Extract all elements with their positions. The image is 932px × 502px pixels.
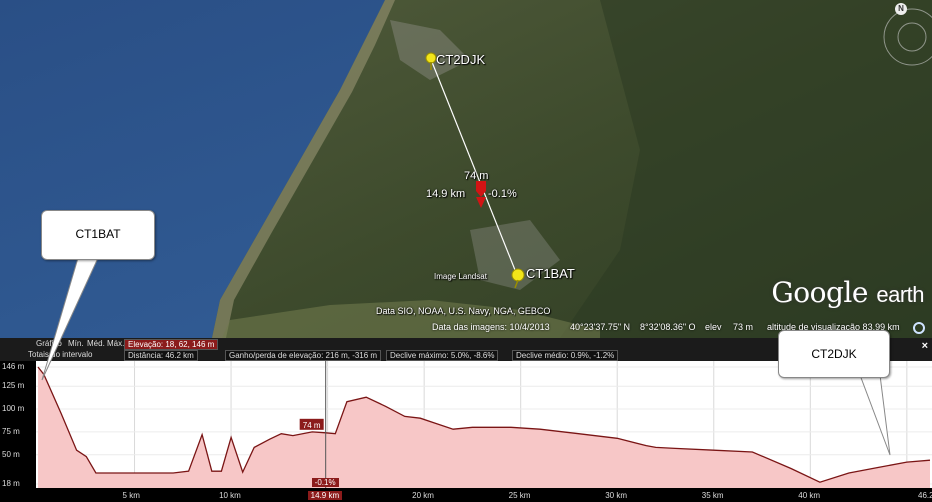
cursor-distance-label: 14.9 km [426, 188, 466, 200]
interval-totals-label: Totais do intervalo [28, 350, 93, 359]
elevation-summary[interactable]: Elevação: 18, 62, 146 m [124, 339, 219, 350]
y-tick-label: 125 m [2, 381, 25, 391]
imagery-credit: Image Landsat [434, 272, 487, 281]
cursor-marker-icon [476, 181, 486, 208]
longitude-readout: 8°32'08.36" O [640, 322, 696, 332]
logo-google: Google [771, 276, 868, 309]
x-tick-label: 40 km [798, 491, 821, 500]
y-axis: 146 m 125 m 100 m 75 m 50 m 18 m [0, 361, 36, 502]
x-tick-label: 20 km [412, 491, 434, 500]
max-toggle[interactable]: Máx. [107, 339, 124, 348]
x-tick-label: 10 km [219, 491, 241, 500]
cursor-slope-tag: -0.1% [311, 478, 339, 487]
x-tick-label: 25 km [508, 491, 531, 500]
elev-readout: 73 m [733, 322, 754, 332]
x-axis: 5 km 10 km 20 km 25 km 30 km 35 km 40 km 46.2 k… [36, 488, 932, 502]
loading-icon [913, 322, 925, 334]
map-view[interactable]: CT2DJK 74 m 14.9 km -0.1% CT1BAT Image L… [0, 0, 932, 338]
y-tick-label: 100 m [2, 404, 25, 414]
cursor-elev-tag: 74 m [299, 418, 324, 430]
y-tick-label: 18 m [2, 479, 20, 488]
x-tick-label: 30 km [605, 491, 628, 500]
min-toggle[interactable]: Mín. [68, 339, 84, 348]
pushpin-icon[interactable] [511, 268, 525, 288]
avg-toggle[interactable]: Méd. [87, 339, 105, 348]
distance-summary: Distância: 46.2 km [124, 350, 198, 361]
y-tick-label: 50 m [2, 449, 20, 459]
avg-slope-summary: Declive médio: 0.9%, -1.2% [512, 350, 619, 361]
close-icon[interactable]: × [922, 340, 928, 352]
x-tick-label: 5 km [122, 491, 140, 500]
x-tick-label: 46.2 km [918, 491, 932, 500]
compass-control[interactable]: N [882, 3, 922, 46]
pin-label-ct1bat[interactable]: CT1BAT [526, 266, 575, 281]
y-tick-label: 146 m [2, 362, 25, 371]
max-slope-summary: Declive máximo: 5.0%, -8.6% [386, 350, 499, 361]
google-earth-logo: Google earth [771, 276, 924, 309]
callout-ct1bat: CT1BAT [41, 210, 155, 260]
y-tick-label: 75 m [2, 426, 20, 436]
cursor-x-label: 14.9 km [307, 491, 343, 500]
x-tick-label: 35 km [701, 491, 724, 500]
graph-label: Gráfico [36, 339, 62, 348]
latitude-readout: 40°23'37.75" N [570, 322, 631, 332]
cursor-slope-label: -0.1% [488, 188, 517, 200]
data-credit: Data SIO, NOAA, U.S. Navy, NGA, GEBCO [376, 306, 551, 316]
logo-earth: earth [876, 282, 924, 307]
elevation-chart[interactable]: 74 m [36, 361, 932, 488]
gain-loss-summary: Ganho/perda de elevação: 216 m, -316 m [225, 350, 382, 361]
pin-label-ct2djk[interactable]: CT2DJK [436, 52, 485, 67]
elev-label: elev [705, 322, 722, 332]
callout-ct2djk: CT2DJK [778, 330, 890, 378]
cursor-elev-text: 74 m [303, 421, 321, 430]
north-icon[interactable]: N [895, 3, 907, 15]
imagery-date: Data das imagens: 10/4/2013 [432, 322, 550, 332]
